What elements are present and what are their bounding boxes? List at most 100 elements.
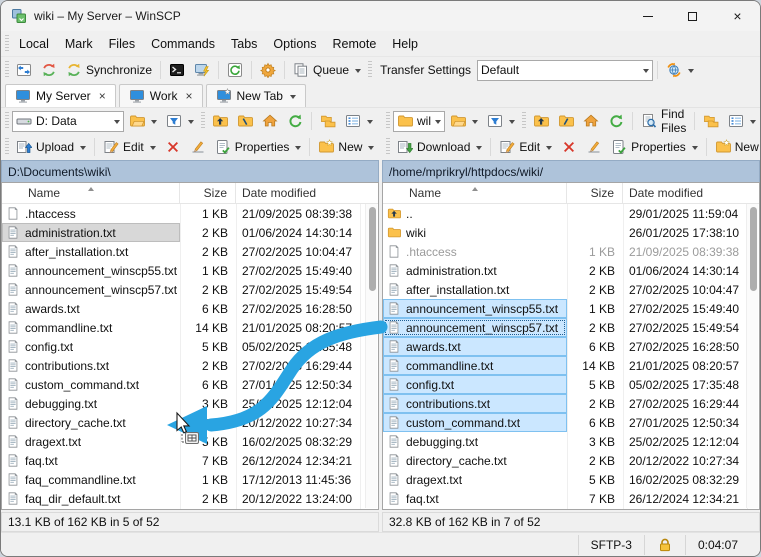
new-button[interactable]: New <box>711 136 761 159</box>
file-row[interactable]: faq_commandline.txt1 KB17/12/2013 11:45:… <box>2 470 378 489</box>
file-row[interactable]: after_installation.txt2 KB27/02/2025 10:… <box>2 242 378 261</box>
tab-work[interactable]: Work × <box>119 84 203 107</box>
file-row[interactable]: announcement_winscp55.txt1 KB27/02/2025 … <box>383 299 759 318</box>
file-row[interactable]: .htaccess1 KB21/09/2025 08:39:38 <box>383 242 759 261</box>
delete-button[interactable] <box>557 136 581 159</box>
menu-commands[interactable]: Commands <box>143 37 223 51</box>
file-row[interactable]: commandline.txt14 KB21/01/2025 08:20:57 <box>383 356 759 375</box>
menu-help[interactable]: Help <box>384 37 426 51</box>
file-row[interactable]: dragext.txt5 KB16/02/2025 08:32:29 <box>383 470 759 489</box>
column-header-date[interactable]: Date modified <box>623 183 759 203</box>
menu-options[interactable]: Options <box>265 37 324 51</box>
local-scrollbar[interactable] <box>365 204 377 508</box>
parent-directory-button[interactable] <box>529 110 553 133</box>
file-row[interactable]: dragext.txt5 KB16/02/2025 08:32:29 <box>2 432 378 451</box>
file-row[interactable]: ..29/01/2025 11:59:04 <box>383 204 759 223</box>
menu-files[interactable]: Files <box>101 37 143 51</box>
properties-button[interactable]: Properties <box>607 136 702 159</box>
refresh-session-button[interactable] <box>223 59 247 82</box>
tab-close-icon[interactable]: × <box>96 89 106 103</box>
find-files-button[interactable]: Find Files <box>637 110 690 133</box>
file-row[interactable]: directory_cache.txt2 KB20/12/2022 10:27:… <box>383 451 759 470</box>
menu-local[interactable]: Local <box>11 37 57 51</box>
refresh-button[interactable] <box>604 110 628 133</box>
session-sync-button[interactable] <box>662 59 698 82</box>
remote-directory-select[interactable]: wil <box>393 111 445 132</box>
file-text-icon <box>6 396 20 411</box>
remote-path-bar[interactable]: /home/mprikryl/httpdocs/wiki/ <box>382 160 760 182</box>
root-directory-button[interactable] <box>233 110 257 133</box>
refresh-button[interactable] <box>283 110 307 133</box>
file-row[interactable]: after_installation.txt2 KB27/02/2025 10:… <box>383 280 759 299</box>
transfer-settings-select[interactable]: Default <box>477 60 653 81</box>
edit-button[interactable]: Edit <box>495 136 556 159</box>
close-button[interactable]: × <box>715 1 760 31</box>
file-row[interactable]: administration.txt2 KB01/06/2024 14:30:1… <box>383 261 759 280</box>
parent-directory-button[interactable] <box>208 110 232 133</box>
file-row[interactable]: announcement_winscp55.txt1 KB27/02/2025 … <box>2 261 378 280</box>
file-row[interactable]: contributions.txt2 KB27/02/2025 16:29:44 <box>383 394 759 413</box>
home-directory-button[interactable] <box>579 110 603 133</box>
copy-remote-path-button[interactable] <box>316 110 340 133</box>
column-header-size[interactable]: Size <box>567 183 623 203</box>
remote-scrollbar[interactable] <box>746 204 758 508</box>
local-path-bar[interactable]: D:\Documents\wiki\ <box>1 160 379 182</box>
file-row[interactable]: wiki26/01/2025 17:38:10 <box>383 223 759 242</box>
open-directory-button[interactable] <box>446 110 482 133</box>
open-directory-button[interactable] <box>125 110 161 133</box>
filter-button[interactable] <box>483 110 519 133</box>
panel-view-button[interactable] <box>724 110 760 133</box>
rename-button[interactable] <box>186 136 210 159</box>
home-directory-button[interactable] <box>258 110 282 133</box>
download-button[interactable]: Download <box>393 136 486 159</box>
open-console-button[interactable] <box>165 59 189 82</box>
file-row[interactable]: directory_cache.txt2 KB20/12/2022 10:27:… <box>2 413 378 432</box>
properties-button[interactable]: Properties <box>211 136 306 159</box>
compare-directories-button[interactable] <box>12 59 36 82</box>
tab-new-tab[interactable]: New Tab <box>206 84 306 107</box>
panel-view-button[interactable] <box>341 110 377 133</box>
root-directory-button[interactable] <box>554 110 578 133</box>
file-row[interactable]: announcement_winscp57.txt2 KB27/02/2025 … <box>383 318 759 337</box>
file-row[interactable]: administration.txt2 KB01/06/2024 14:30:1… <box>2 223 378 242</box>
file-row[interactable]: custom_command.txt6 KB27/01/2025 12:50:3… <box>2 375 378 394</box>
file-row[interactable]: commandline.txt14 KB21/01/2025 08:20:57 <box>2 318 378 337</box>
column-header-size[interactable]: Size <box>180 183 236 203</box>
tab-close-icon[interactable]: × <box>182 89 192 103</box>
file-row[interactable]: awards.txt6 KB27/02/2025 16:28:50 <box>383 337 759 356</box>
minimize-button[interactable] <box>625 1 670 31</box>
scrollbar-thumb[interactable] <box>750 207 757 291</box>
upload-button[interactable]: Upload <box>12 136 90 159</box>
edit-button[interactable]: Edit <box>99 136 160 159</box>
file-row[interactable]: faq_dir_default.txt2 KB20/12/2022 13:24:… <box>2 489 378 508</box>
file-row[interactable]: config.txt5 KB05/02/2025 17:35:48 <box>383 375 759 394</box>
scrollbar-thumb[interactable] <box>369 207 376 291</box>
rename-button[interactable] <box>582 136 606 159</box>
file-row[interactable]: debugging.txt3 KB25/02/2025 12:12:04 <box>383 432 759 451</box>
file-row[interactable]: config.txt5 KB05/02/2025 17:35:48 <box>2 337 378 356</box>
full-synchronize-button[interactable] <box>37 59 61 82</box>
tab-my-server[interactable]: My Server × <box>5 84 116 107</box>
file-row[interactable]: contributions.txt2 KB27/02/2025 16:29:44 <box>2 356 378 375</box>
new-button[interactable]: New <box>314 136 378 159</box>
menu-mark[interactable]: Mark <box>57 37 101 51</box>
delete-button[interactable] <box>161 136 185 159</box>
queue-button[interactable]: Queue <box>289 59 365 82</box>
file-row[interactable]: faq.txt7 KB26/12/2024 12:34:21 <box>383 489 759 508</box>
menu-remote[interactable]: Remote <box>325 37 385 51</box>
filter-button[interactable] <box>162 110 198 133</box>
file-row[interactable]: .htaccess1 KB21/09/2025 08:39:38 <box>2 204 378 223</box>
file-row[interactable]: announcement_winscp57.txt2 KB27/02/2025 … <box>2 280 378 299</box>
file-row[interactable]: awards.txt6 KB27/02/2025 16:28:50 <box>2 299 378 318</box>
preferences-button[interactable] <box>256 59 280 82</box>
file-row[interactable]: debugging.txt3 KB25/02/2025 12:12:04 <box>2 394 378 413</box>
column-header-date[interactable]: Date modified <box>236 183 378 203</box>
drive-select[interactable]: D: Data <box>12 111 124 132</box>
file-row[interactable]: faq.txt7 KB26/12/2024 12:34:21 <box>2 451 378 470</box>
menu-tabs[interactable]: Tabs <box>223 37 265 51</box>
synchronize-button[interactable]: Synchronize <box>62 59 156 82</box>
maximize-button[interactable] <box>670 1 715 31</box>
copy-remote-path-button[interactable] <box>699 110 723 133</box>
open-in-putty-button[interactable] <box>190 59 214 82</box>
file-row[interactable]: custom_command.txt6 KB27/01/2025 12:50:3… <box>383 413 759 432</box>
